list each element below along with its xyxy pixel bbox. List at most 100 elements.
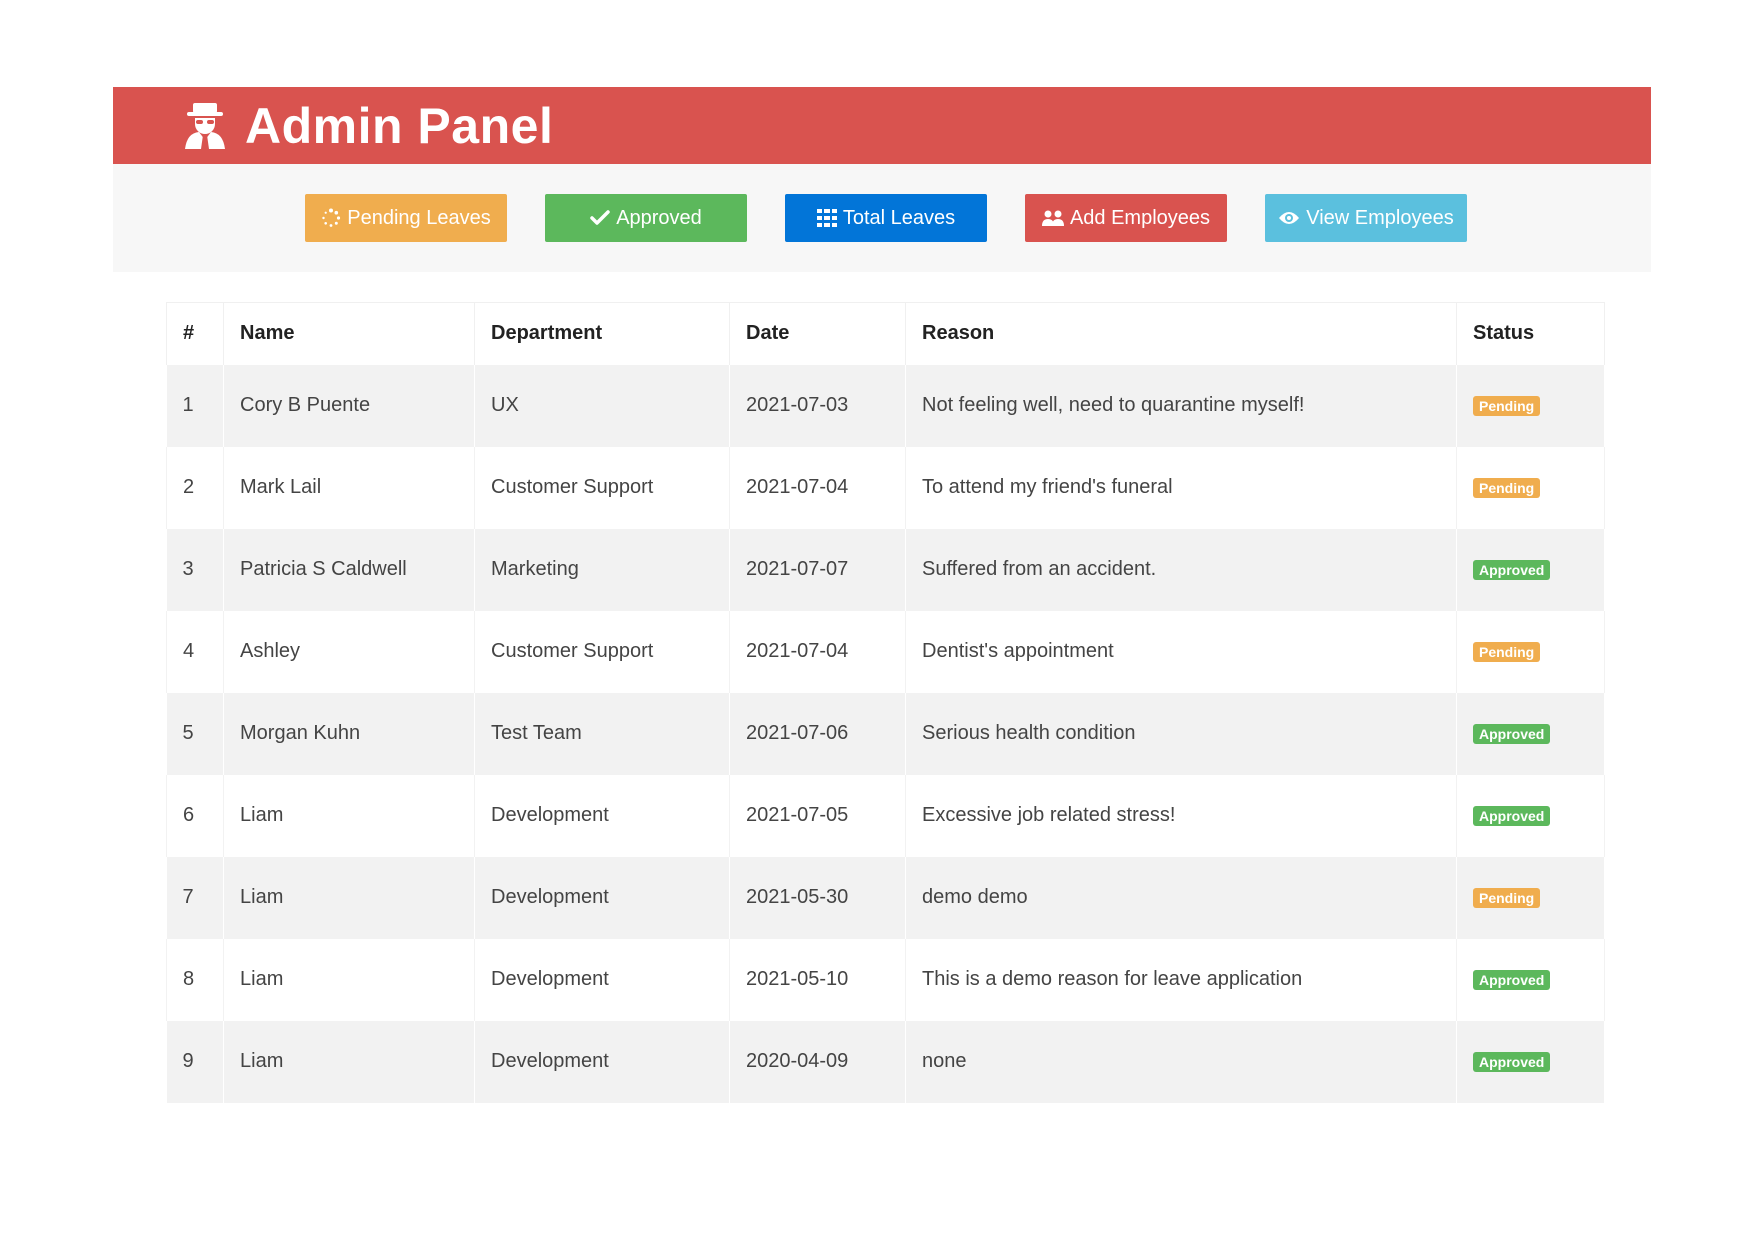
cell-date: 2021-07-05 (729, 774, 906, 857)
table-header-row: # Name Department Date Reason Status (166, 302, 1605, 365)
table-row: 3 Patricia S Caldwell Marketing 2021-07-… (166, 528, 1605, 611)
cell-status: Pending (1456, 364, 1605, 447)
status-badge: Approved (1473, 806, 1551, 826)
users-icon (1041, 210, 1064, 226)
column-header-number: # (166, 302, 224, 365)
column-header-department: Department (474, 302, 730, 365)
table-row: 5 Morgan Kuhn Test Team 2021-07-06 Serio… (166, 692, 1605, 775)
cell-status: Pending (1456, 610, 1605, 693)
total-leaves-button[interactable]: Total Leaves (785, 194, 987, 242)
cell-name: Morgan Kuhn (223, 692, 475, 775)
cell-date: 2021-07-06 (729, 692, 906, 775)
pending-leaves-label: Pending Leaves (347, 206, 491, 229)
cell-date: 2021-07-03 (729, 364, 906, 447)
cell-reason: Suffered from an accident. (905, 528, 1457, 611)
status-badge: Approved (1473, 560, 1551, 580)
cell-number: 4 (166, 610, 224, 693)
cell-status: Approved (1456, 1020, 1605, 1103)
status-badge: Pending (1473, 888, 1541, 908)
cell-department: Customer Support (474, 446, 730, 529)
cell-number: 8 (166, 938, 224, 1021)
cell-reason: Excessive job related stress! (905, 774, 1457, 857)
cell-status: Approved (1456, 774, 1605, 857)
cell-department: Development (474, 774, 730, 857)
cell-reason: Serious health condition (905, 692, 1457, 775)
cell-department: Development (474, 1020, 730, 1103)
table-row: 7 Liam Development 2021-05-30 demo demo … (166, 856, 1605, 939)
cell-reason: Dentist's appointment (905, 610, 1457, 693)
cell-number: 2 (166, 446, 224, 529)
cell-status: Approved (1456, 938, 1605, 1021)
table-row: 4 Ashley Customer Support 2021-07-04 Den… (166, 610, 1605, 693)
admin-header: Admin Panel (113, 87, 1651, 164)
cell-date: 2021-07-04 (729, 610, 906, 693)
status-badge: Pending (1473, 642, 1541, 662)
page-title: Admin Panel (245, 97, 554, 154)
cell-date: 2021-05-30 (729, 856, 906, 939)
table-row: 1 Cory B Puente UX 2021-07-03 Not feelin… (166, 364, 1605, 447)
column-header-date: Date (729, 302, 906, 365)
cell-department: Development (474, 856, 730, 939)
cell-name: Liam (223, 938, 475, 1021)
cell-department: Development (474, 938, 730, 1021)
cell-reason: Not feeling well, need to quarantine mys… (905, 364, 1457, 447)
cell-reason: none (905, 1020, 1457, 1103)
table-row: 9 Liam Development 2020-04-09 none Appro… (166, 1020, 1605, 1103)
column-header-reason: Reason (905, 302, 1457, 365)
spinner-icon (322, 208, 341, 227)
add-employees-button[interactable]: Add Employees (1025, 194, 1227, 242)
cell-name: Cory B Puente (223, 364, 475, 447)
cell-status: Approved (1456, 692, 1605, 775)
cell-department: UX (474, 364, 730, 447)
cell-status: Pending (1456, 446, 1605, 529)
view-employees-button[interactable]: View Employees (1265, 194, 1467, 242)
cell-number: 7 (166, 856, 224, 939)
status-badge: Pending (1473, 478, 1541, 498)
approved-button[interactable]: Approved (545, 194, 747, 242)
cell-reason: To attend my friend's funeral (905, 446, 1457, 529)
leaves-table: # Name Department Date Reason Status 1 C… (166, 302, 1605, 1103)
status-badge: Approved (1473, 724, 1551, 744)
cell-name: Liam (223, 1020, 475, 1103)
toolbar: Pending Leaves Approved Total Leaves Add… (113, 164, 1651, 272)
cell-date: 2021-05-10 (729, 938, 906, 1021)
add-employees-label: Add Employees (1069, 206, 1211, 229)
column-header-name: Name (223, 302, 475, 365)
column-header-status: Status (1456, 302, 1605, 365)
status-badge: Approved (1473, 970, 1551, 990)
grid-icon (816, 209, 837, 227)
cell-number: 9 (166, 1020, 224, 1103)
approved-label: Approved (616, 206, 702, 229)
cell-name: Liam (223, 856, 475, 939)
cell-reason: demo demo (905, 856, 1457, 939)
cell-name: Patricia S Caldwell (223, 528, 475, 611)
cell-number: 1 (166, 364, 224, 447)
cell-date: 2021-07-04 (729, 446, 906, 529)
table-row: 2 Mark Lail Customer Support 2021-07-04 … (166, 446, 1605, 529)
cell-status: Approved (1456, 528, 1605, 611)
pending-leaves-button[interactable]: Pending Leaves (305, 194, 507, 242)
cell-department: Test Team (474, 692, 730, 775)
cell-name: Ashley (223, 610, 475, 693)
cell-status: Pending (1456, 856, 1605, 939)
check-icon (590, 210, 610, 225)
table-row: 8 Liam Development 2021-05-10 This is a … (166, 938, 1605, 1021)
status-badge: Approved (1473, 1052, 1551, 1072)
total-leaves-label: Total Leaves (842, 206, 956, 229)
eye-icon (1279, 212, 1300, 224)
cell-reason: This is a demo reason for leave applicat… (905, 938, 1457, 1021)
cell-number: 6 (166, 774, 224, 857)
cell-department: Marketing (474, 528, 730, 611)
cell-number: 5 (166, 692, 224, 775)
cell-name: Liam (223, 774, 475, 857)
cell-date: 2021-07-07 (729, 528, 906, 611)
cell-name: Mark Lail (223, 446, 475, 529)
cell-department: Customer Support (474, 610, 730, 693)
view-employees-label: View Employees (1306, 206, 1454, 229)
table-row: 6 Liam Development 2021-07-05 Excessive … (166, 774, 1605, 857)
leaves-table-container: # Name Department Date Reason Status 1 C… (166, 302, 1605, 1103)
cell-date: 2020-04-09 (729, 1020, 906, 1103)
cell-number: 3 (166, 528, 224, 611)
status-badge: Pending (1473, 396, 1541, 416)
user-secret-icon (183, 100, 227, 152)
